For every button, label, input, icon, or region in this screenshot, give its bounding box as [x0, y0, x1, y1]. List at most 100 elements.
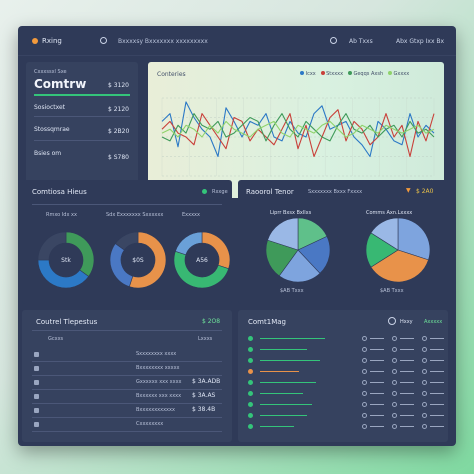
list-item-icon: [248, 380, 253, 385]
table-header: Lxxxs: [198, 336, 213, 342]
top-link-b[interactable]: Abx Gtxp Ixx Bx: [396, 38, 444, 45]
list-action-icon[interactable]: [362, 358, 367, 363]
list-action-icon[interactable]: [362, 391, 367, 396]
table-value: $ 2O8: [202, 318, 221, 325]
table-row[interactable]: Gxxxxxx xxx xxxx $ 3A.ADB: [32, 378, 222, 390]
list-action-icon[interactable]: [422, 402, 427, 407]
top-bar: Rxing Bxxxxsy Bxxxxxxx xxxxxxxxx Ab Txxs…: [18, 26, 456, 56]
list-action-bar: [370, 338, 384, 339]
list-action-bar: [400, 371, 414, 372]
filter-icon[interactable]: [388, 317, 396, 325]
stats-row-value: $ 2B20: [108, 128, 130, 135]
list-panel: Comt1Mag Hxxy Axxxxx: [238, 310, 448, 442]
donut-slice: [37, 231, 67, 261]
list-action-icon[interactable]: [362, 413, 367, 418]
list-item-bar: [260, 349, 307, 350]
list-action-bar: [370, 349, 384, 350]
table-cell: $ 3A.AS: [192, 392, 216, 399]
list-action-bar: [400, 349, 414, 350]
list-action-bar: [400, 393, 414, 394]
divider: [32, 375, 222, 376]
list-item-bar: [260, 360, 320, 361]
list-item-bar: [260, 382, 316, 383]
list-item-bar: [260, 338, 325, 339]
divider: [32, 431, 222, 432]
top-menu[interactable]: Bxxxxsy Bxxxxxxx xxxxxxxxx: [118, 38, 208, 45]
list-item-icon: [248, 391, 253, 396]
list-action-icon[interactable]: [362, 347, 367, 352]
stats-panel: Cxxxssxl Sxe Comtrw $ 3120 Sosioctxet $ …: [26, 62, 138, 186]
table-cell: Bxxxxxxxxxxxx: [136, 407, 175, 413]
list-action-icon[interactable]: [422, 336, 427, 341]
list-action-bar: [430, 338, 444, 339]
list-tag: Axxxxx: [424, 319, 443, 325]
list-action-icon[interactable]: [392, 347, 397, 352]
list-action-icon[interactable]: [422, 369, 427, 374]
top-link-a[interactable]: Ab Txxs: [349, 38, 373, 45]
list-action-bar: [370, 404, 384, 405]
list-action-icon[interactable]: [362, 380, 367, 385]
list-action-icon[interactable]: [422, 380, 427, 385]
list-action-icon[interactable]: [392, 413, 397, 418]
list-action-icon[interactable]: [362, 424, 367, 429]
list-action-icon[interactable]: [392, 391, 397, 396]
list-action-icon[interactable]: [422, 358, 427, 363]
stats-row-label: Sosioctxet: [34, 104, 66, 111]
donut-slice: [37, 259, 90, 289]
divider: [32, 389, 222, 390]
list-action-bar: [370, 371, 384, 372]
pie-charts: [265, 217, 431, 283]
list-item-icon: [248, 336, 253, 341]
search-icon[interactable]: [330, 37, 337, 44]
list-action-icon[interactable]: [422, 391, 427, 396]
divider: [32, 403, 222, 404]
list-action-icon[interactable]: [362, 336, 367, 341]
list-action-icon[interactable]: [392, 358, 397, 363]
list-action-bar: [400, 426, 414, 427]
list-action-bar: [430, 360, 444, 361]
list-action-bar: [430, 349, 444, 350]
list-action-icon[interactable]: [422, 347, 427, 352]
table-row[interactable]: Bxxxxxxxxxxxx $ 38.4B: [32, 406, 222, 418]
row-icon: [34, 408, 39, 413]
list-action-icon[interactable]: [392, 336, 397, 341]
list-action-icon[interactable]: [392, 424, 397, 429]
list-item-bar: [260, 393, 303, 394]
divider: [34, 140, 130, 141]
table-cell: Cxxxxxxxx: [136, 421, 164, 427]
list-item-icon: [248, 402, 253, 407]
list-badge[interactable]: Hxxy: [400, 319, 413, 325]
list-action-icon[interactable]: [392, 402, 397, 407]
list-action-icon[interactable]: [392, 369, 397, 374]
list-item-bar: [260, 404, 312, 405]
table-row[interactable]: Bxxxxxx xxx xxxx $ 3A.AS: [32, 392, 222, 404]
list-action-icon[interactable]: [392, 380, 397, 385]
donut-panel: Comtiosa Hieus Rxxge Rmxo Idx xx Sdx Exx…: [22, 180, 232, 304]
list-action-bar: [430, 371, 444, 372]
list-action-icon[interactable]: [422, 424, 427, 429]
divider: [34, 116, 130, 117]
dashboard-frame: Rxing Bxxxxsy Bxxxxxxx xxxxxxxxx Ab Txxs…: [18, 26, 456, 446]
table-row[interactable]: Cxxxxxxxx: [32, 420, 222, 432]
list-action-icon[interactable]: [362, 369, 367, 374]
row-icon: [34, 394, 39, 399]
list-action-bar: [400, 338, 414, 339]
stats-row-label: Bsies om: [34, 150, 62, 157]
table-cell: Sxxxxxxxx xxxx: [136, 351, 177, 357]
list-action-bar: [370, 360, 384, 361]
status-icon[interactable]: [100, 37, 107, 44]
stats-title-value: $ 3120: [108, 82, 129, 89]
list-action-bar: [430, 382, 444, 383]
table-row[interactable]: Bxxxxxxxx xxxxx: [32, 364, 222, 376]
table-row[interactable]: Sxxxxxxxx xxxx: [32, 350, 222, 362]
list-action-bar: [400, 415, 414, 416]
list-action-icon[interactable]: [362, 402, 367, 407]
list-action-bar: [370, 393, 384, 394]
app-title: Rxing: [42, 37, 62, 45]
stats-subtitle: Cxxxssxl Sxe: [34, 69, 67, 75]
stats-row-value: $ S780: [108, 154, 129, 161]
list-action-icon[interactable]: [422, 413, 427, 418]
table-panel: Coutrel Tlepestus $ 2O8 Gcxxs Lxxxs Sxxx…: [22, 310, 232, 442]
donut-slice: [174, 231, 203, 256]
table-cell: $ 38.4B: [192, 406, 216, 413]
